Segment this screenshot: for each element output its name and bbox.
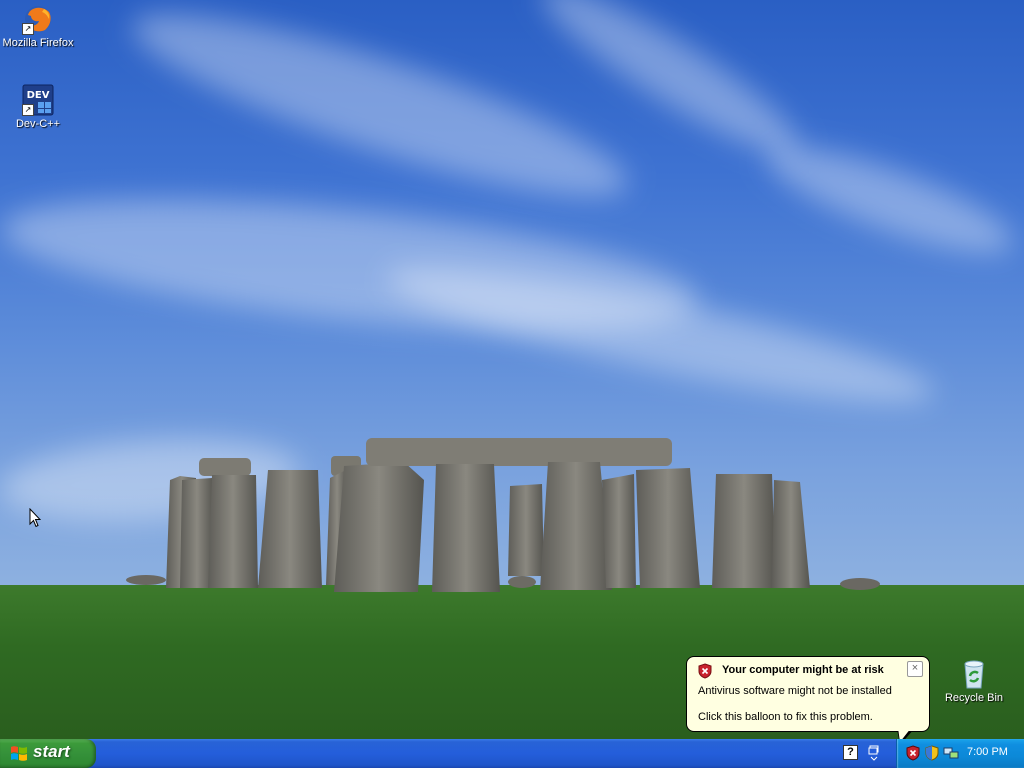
shortcut-arrow-icon: ↗ [22, 104, 34, 116]
balloon-close-button[interactable]: × [907, 661, 923, 677]
shortcut-arrow-icon: ↗ [22, 23, 34, 35]
desktop[interactable]: ↗ Mozilla Firefox DEV ↗ Dev-C++ Recycle … [0, 0, 1024, 768]
balloon-title: Your computer might be at risk [722, 664, 884, 676]
system-clock[interactable]: 7:00 PM [967, 746, 1008, 758]
show-hidden-icons-icon[interactable] [868, 745, 880, 761]
balloon-action-text[interactable]: Click this balloon to fix this problem. [698, 711, 873, 723]
security-alert-icon[interactable] [905, 745, 921, 761]
desktop-icon-label: Dev-C++ [15, 118, 61, 130]
taskbar[interactable]: start ? 7:00 PM [0, 739, 1024, 768]
mouse-cursor-icon [29, 508, 41, 528]
network-icon[interactable] [943, 745, 959, 761]
balloon-message: Antivirus software might not be installe… [698, 685, 892, 697]
desktop-icon-devcpp[interactable]: DEV ↗ Dev-C++ [0, 84, 76, 131]
security-shield-icon [698, 663, 712, 679]
system-tray: 7:00 PM [896, 739, 1024, 768]
desktop-icon-recycle-bin[interactable]: Recycle Bin [936, 658, 1012, 705]
windows-security-icon[interactable] [924, 745, 940, 761]
security-alert-balloon[interactable]: Your computer might be at risk × Antivir… [686, 656, 930, 732]
desktop-icon-label: Mozilla Firefox [2, 37, 74, 49]
stonehenge-wallpaper [126, 438, 880, 592]
desktop-icon-label: Recycle Bin [944, 692, 1004, 704]
help-icon[interactable]: ? [843, 745, 858, 760]
firefox-icon: ↗ [22, 3, 54, 35]
recycle-bin-icon [958, 658, 990, 690]
windows-logo-icon [11, 746, 27, 761]
devcpp-icon: DEV ↗ [22, 84, 54, 116]
start-button-label: start [33, 742, 70, 761]
taskbar-quick-icons: ? [843, 745, 883, 763]
svg-text:DEV: DEV [27, 90, 50, 101]
desktop-icon-firefox[interactable]: ↗ Mozilla Firefox [0, 3, 76, 50]
start-button[interactable]: start [0, 739, 96, 768]
